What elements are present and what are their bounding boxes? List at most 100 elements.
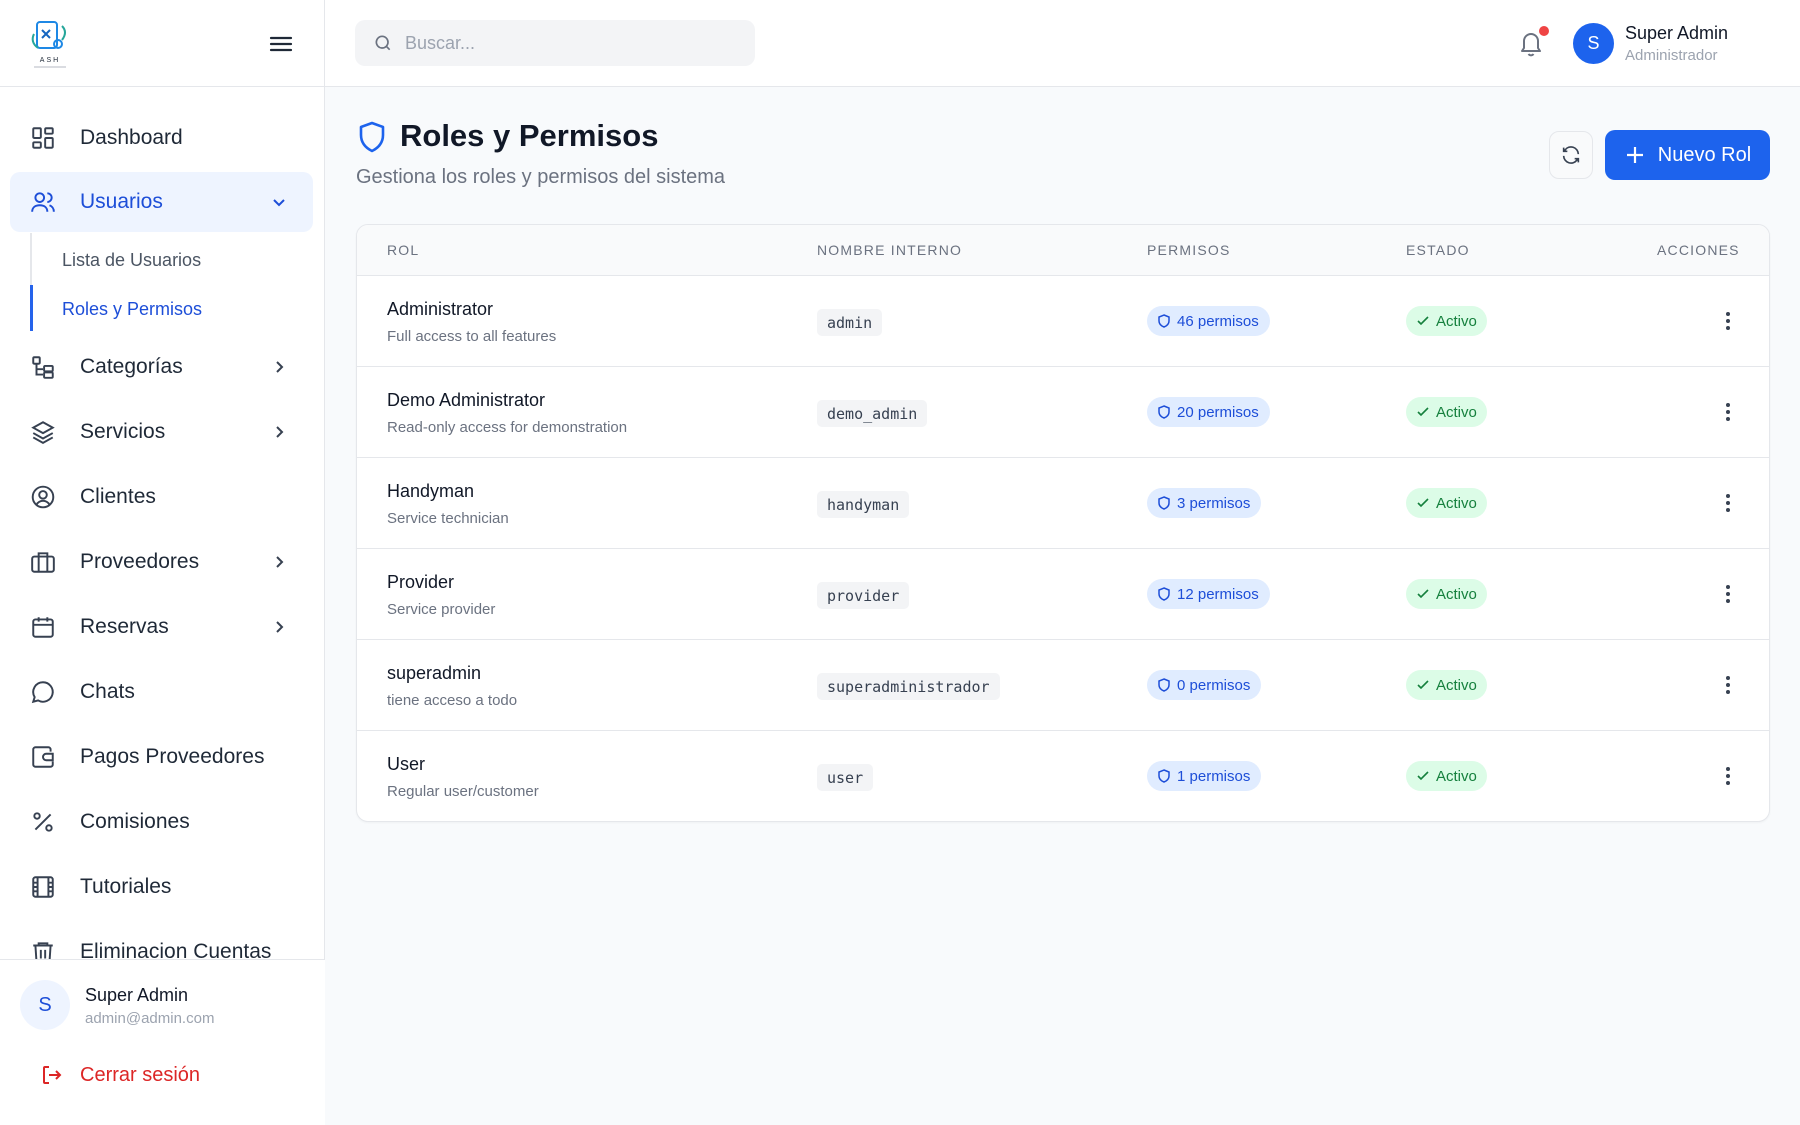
permissions-count: 12 permisos xyxy=(1177,585,1259,603)
logout-icon xyxy=(40,1063,64,1087)
sidebar-item-label: Proveedores xyxy=(80,550,200,573)
sidebar-subitem-lista-usuarios[interactable]: Lista de Usuarios xyxy=(62,250,201,271)
role-internal-name: demo_admin xyxy=(817,400,928,427)
column-header-internal-name[interactable]: NOMBRE INTERNO xyxy=(817,242,962,258)
role-name: Handyman xyxy=(387,481,475,501)
permissions-badge[interactable]: 20 permisos xyxy=(1147,397,1270,427)
more-vertical-icon xyxy=(1726,494,1730,512)
topbar: S Super Admin Administrador xyxy=(325,0,1800,87)
role-description: Service technician xyxy=(387,510,509,527)
shield-icon xyxy=(359,121,385,153)
sidebar-item-pagos-proveedores[interactable]: Pagos Proveedores xyxy=(10,727,313,787)
row-actions-button[interactable] xyxy=(1713,306,1743,336)
status-badge: Activo xyxy=(1406,306,1487,336)
check-icon xyxy=(1416,769,1430,783)
search-input[interactable] xyxy=(405,32,735,54)
status-label: Activo xyxy=(1436,494,1477,512)
sidebar-item-dashboard[interactable]: Dashboard xyxy=(10,108,313,168)
chevron-right-icon xyxy=(276,426,284,438)
wallet-icon xyxy=(30,744,56,770)
chat-icon xyxy=(30,679,56,705)
submenu-active-indicator xyxy=(30,285,33,331)
permissions-badge[interactable]: 3 permisos xyxy=(1147,488,1262,518)
sidebar-item-label: Pagos Proveedores xyxy=(80,745,265,768)
sidebar-item-usuarios[interactable]: Usuarios xyxy=(10,172,313,232)
shield-icon xyxy=(1157,769,1171,783)
sidebar-item-label: Dashboard xyxy=(80,126,183,149)
sidebar-item-label: Clientes xyxy=(80,485,156,508)
chevron-right-icon xyxy=(276,556,284,568)
logout-button[interactable]: Cerrar sesión xyxy=(40,1063,200,1087)
trash-icon xyxy=(30,939,56,959)
menu-toggle-icon[interactable] xyxy=(264,30,298,58)
sidebar-item-servicios[interactable]: Servicios xyxy=(10,402,313,462)
row-actions-button[interactable] xyxy=(1713,488,1743,518)
row-actions-button[interactable] xyxy=(1713,579,1743,609)
sidebar-nav: Dashboard Usuarios Lista de Usuarios Rol… xyxy=(0,87,325,959)
sidebar-subitem-roles-permisos[interactable]: Roles y Permisos xyxy=(62,299,202,320)
column-header-rol[interactable]: ROL xyxy=(387,242,419,258)
table-row[interactable]: User Regular user/customer user 1 permis… xyxy=(357,731,1769,821)
logout-label: Cerrar sesión xyxy=(80,1063,201,1086)
row-actions-button[interactable] xyxy=(1713,761,1743,791)
refresh-button[interactable] xyxy=(1549,131,1593,179)
column-header-state[interactable]: ESTADO xyxy=(1406,242,1470,258)
table-row[interactable]: Demo Administrator Read-only access for … xyxy=(357,367,1769,458)
plus-icon xyxy=(1624,144,1646,166)
notification-badge xyxy=(1539,26,1549,36)
sidebar-item-eliminacion-cuentas[interactable]: Eliminacion Cuentas xyxy=(10,922,313,959)
table-row[interactable]: superadmin tiene acceso a todo superadmi… xyxy=(357,640,1769,731)
more-vertical-icon xyxy=(1726,403,1730,421)
sidebar-item-label: Usuarios xyxy=(80,190,163,213)
sidebar-item-categorias[interactable]: Categorías xyxy=(10,337,313,397)
brand-logo[interactable]: ASH xyxy=(28,18,72,70)
film-icon xyxy=(30,874,56,900)
search-icon xyxy=(373,33,393,53)
shield-icon xyxy=(1157,678,1171,692)
sidebar-item-proveedores[interactable]: Proveedores xyxy=(10,532,313,592)
role-internal-name: provider xyxy=(817,582,910,609)
table-header: ROL NOMBRE INTERNO PERMISOS ESTADO ACCIO… xyxy=(357,225,1769,276)
footer-user-email: admin@admin.com xyxy=(85,1010,215,1027)
sidebar-item-label: Servicios xyxy=(80,420,166,443)
permissions-badge[interactable]: 1 permisos xyxy=(1147,761,1262,791)
role-description: Read-only access for demonstration xyxy=(387,419,628,436)
table-row[interactable]: Provider Service provider provider 12 pe… xyxy=(357,549,1769,640)
sidebar-item-clientes[interactable]: Clientes xyxy=(10,467,313,527)
more-vertical-icon xyxy=(1726,767,1730,785)
table-row[interactable]: Administrator Full access to all feature… xyxy=(357,276,1769,367)
refresh-icon xyxy=(1562,146,1580,164)
check-icon xyxy=(1416,496,1430,510)
check-icon xyxy=(1416,405,1430,419)
check-icon xyxy=(1416,678,1430,692)
percent-icon xyxy=(30,809,56,835)
row-actions-button[interactable] xyxy=(1713,397,1743,427)
sidebar-item-comisiones[interactable]: Comisiones xyxy=(10,792,313,852)
permissions-badge[interactable]: 0 permisos xyxy=(1147,670,1262,700)
status-badge: Activo xyxy=(1406,670,1487,700)
sidebar: ASH Dashboard Usuarios Lista de Usuarios… xyxy=(0,0,325,1125)
user-menu[interactable]: S Super Admin Administrador xyxy=(1573,20,1773,68)
new-role-button[interactable]: Nuevo Rol xyxy=(1605,130,1770,180)
column-header-permissions[interactable]: PERMISOS xyxy=(1147,242,1231,258)
status-label: Activo xyxy=(1436,312,1477,330)
status-badge: Activo xyxy=(1406,488,1487,518)
role-description: Full access to all features xyxy=(387,328,557,345)
check-icon xyxy=(1416,314,1430,328)
sidebar-item-chats[interactable]: Chats xyxy=(10,662,313,722)
permissions-count: 0 permisos xyxy=(1177,676,1251,694)
calendar-icon xyxy=(30,614,56,640)
permissions-count: 46 permisos xyxy=(1177,312,1259,330)
sidebar-item-label: Comisiones xyxy=(80,810,190,833)
row-actions-button[interactable] xyxy=(1713,670,1743,700)
sidebar-item-tutoriales[interactable]: Tutoriales xyxy=(10,857,313,917)
sidebar-item-label: Reservas xyxy=(80,615,169,638)
sidebar-item-label: Chats xyxy=(80,680,135,703)
permissions-badge[interactable]: 46 permisos xyxy=(1147,306,1270,336)
permissions-badge[interactable]: 12 permisos xyxy=(1147,579,1270,609)
sidebar-item-reservas[interactable]: Reservas xyxy=(10,597,313,657)
search-box xyxy=(355,20,755,66)
role-name: Provider xyxy=(387,572,455,592)
avatar[interactable]: S xyxy=(20,980,70,1030)
table-row[interactable]: Handyman Service technician handyman 3 p… xyxy=(357,458,1769,549)
